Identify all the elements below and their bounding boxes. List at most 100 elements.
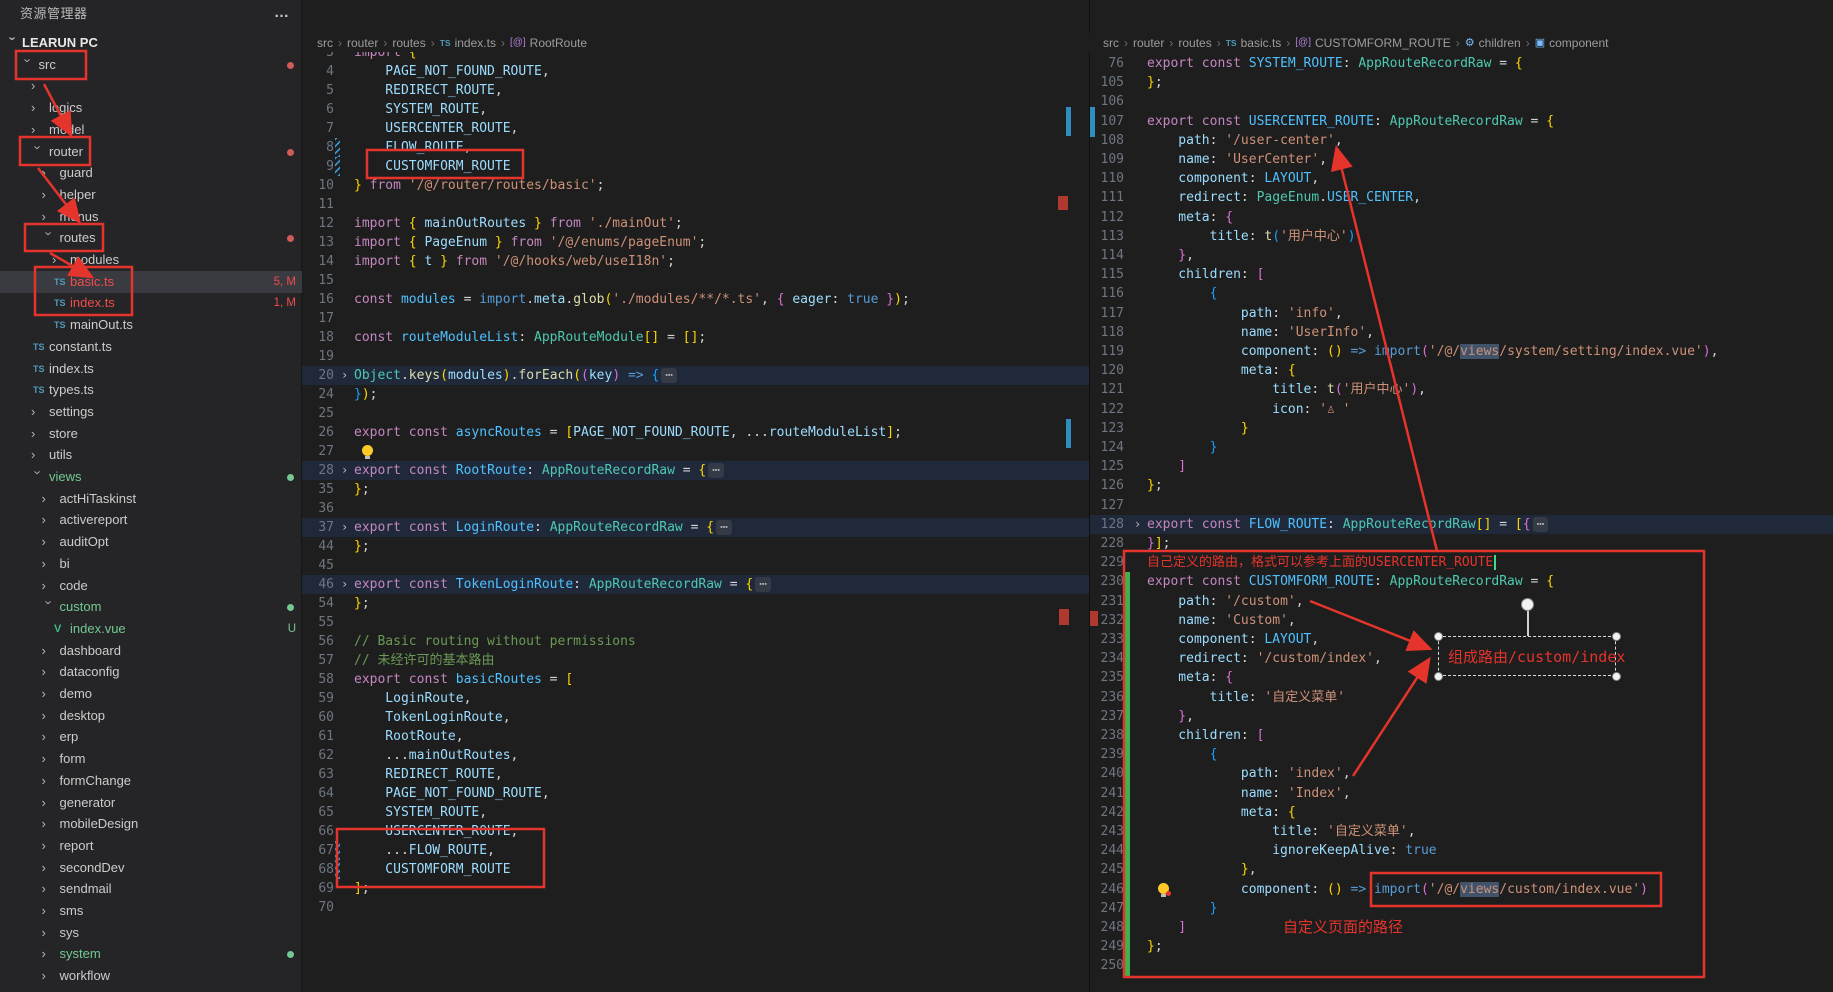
code-line-54[interactable]: 54}; [302,594,1089,613]
code-line-55[interactable]: 55 [302,613,1089,632]
code-line-243[interactable]: 243 title: '自定义菜单', [1090,822,1833,841]
tree-item-secondDev[interactable]: ›secondDev [0,857,302,879]
tree-item-erp[interactable]: ›erp [0,726,302,748]
tree-item-utils[interactable]: ›utils [0,444,302,466]
code-line-110[interactable]: 110 component: LAYOUT, [1090,169,1833,188]
code-line-27[interactable]: 27 [302,442,1089,461]
fold-chevron-icon[interactable]: › [341,518,354,537]
code-line-4[interactable]: 4 PAGE_NOT_FOUND_ROUTE, [302,62,1089,81]
code-line-250[interactable]: 250 [1090,956,1833,975]
code-line-245[interactable]: 245 }, [1090,860,1833,879]
code-line-238[interactable]: 238 children: [ [1090,726,1833,745]
code-line-12[interactable]: 12import { mainOutRoutes } from './mainO… [302,214,1089,233]
code-line-125[interactable]: 125 ] [1090,457,1833,476]
code-line-5[interactable]: 5 REDIRECT_ROUTE, [302,81,1089,100]
code-line-241[interactable]: 241 name: 'Index', [1090,784,1833,803]
tree-item-router[interactable]: ›router [0,141,302,163]
code-line-9[interactable]: 9 CUSTOMFORM_ROUTE [302,157,1089,176]
code-line-127[interactable]: 127 [1090,496,1833,515]
code-line-114[interactable]: 114 }, [1090,246,1833,265]
tree-item-hidden[interactable]: › [0,75,302,97]
code-line-120[interactable]: 120 meta: { [1090,361,1833,380]
code-line-7[interactable]: 7 USERCENTER_ROUTE, [302,119,1089,138]
code-line-68[interactable]: 68 CUSTOMFORM_ROUTE [302,860,1089,879]
tree-item-views[interactable]: ›views [0,466,302,488]
code-line-239[interactable]: 239 { [1090,745,1833,764]
code-line-232[interactable]: 232 name: 'Custom', [1090,611,1833,630]
code-line-117[interactable]: 117 path: 'info', [1090,304,1833,323]
tree-item-constant.ts[interactable]: TSconstant.ts [0,336,302,358]
lightbulb-icon[interactable] [362,445,373,456]
breadcrumb-item[interactable]: basic.ts [1241,36,1282,50]
tree-item-modules[interactable]: ›modules [0,249,302,271]
tree-item-auditOpt[interactable]: ›auditOpt [0,531,302,553]
tree-item-helper[interactable]: ›helper [0,184,302,206]
fold-chevron-icon[interactable]: › [341,461,354,480]
code-line-70[interactable]: 70 [302,898,1089,917]
code-line-242[interactable]: 242 meta: { [1090,803,1833,822]
tree-item-index.ts[interactable]: TSindex.ts1, M [0,292,302,314]
code-line-244[interactable]: 244 ignoreKeepAlive: true [1090,841,1833,860]
tree-item-settings[interactable]: ›settings [0,401,302,423]
code-line-8[interactable]: 8 FLOW_ROUTE, [302,138,1089,157]
tree-item-workflow[interactable]: ›workflow [0,965,302,987]
code-line-63[interactable]: 63 REDIRECT_ROUTE, [302,765,1089,784]
code-line-65[interactable]: 65 SYSTEM_ROUTE, [302,803,1089,822]
breadcrumb-item[interactable]: router [1133,36,1164,50]
code-line-24[interactable]: 24}); [302,385,1089,404]
tree-item-mobileDesign[interactable]: ›mobileDesign [0,813,302,835]
code-line-118[interactable]: 118 name: 'UserInfo', [1090,323,1833,342]
tree-item-bi[interactable]: ›bi [0,553,302,575]
tree-item-menus[interactable]: ›menus [0,206,302,228]
code-line-64[interactable]: 64 PAGE_NOT_FOUND_ROUTE, [302,784,1089,803]
breadcrumb-item[interactable]: CUSTOMFORM_ROUTE [1315,36,1451,50]
code-line-6[interactable]: 6 SYSTEM_ROUTE, [302,100,1089,119]
code-line-11[interactable]: 11 [302,195,1089,214]
tree-item-sendmail[interactable]: ›sendmail [0,878,302,900]
code-line-105[interactable]: 105}; [1090,73,1833,92]
tree-item-report[interactable]: ›report [0,835,302,857]
code-line-124[interactable]: 124 } [1090,438,1833,457]
code-line-116[interactable]: 116 { [1090,284,1833,303]
code-line-18[interactable]: 18const routeModuleList: AppRouteModule[… [302,328,1089,347]
code-line-106[interactable]: 106 [1090,92,1833,111]
tree-item-sms[interactable]: ›sms [0,900,302,922]
tree-item-code[interactable]: ›code [0,575,302,597]
tree-item-basic.ts[interactable]: TSbasic.ts5, M [0,271,302,293]
code-line-60[interactable]: 60 TokenLoginRoute, [302,708,1089,727]
code-line-249[interactable]: 249}; [1090,937,1833,956]
resize-handle[interactable] [1434,672,1443,681]
code-line-76[interactable]: 76export const SYSTEM_ROUTE: AppRouteRec… [1090,54,1833,73]
code-line-15[interactable]: 15 [302,271,1089,290]
code-line-122[interactable]: 122 icon: '♙ ' [1090,400,1833,419]
code-line-237[interactable]: 237 }, [1090,707,1833,726]
editor-basic-ts[interactable]: 76export const SYSTEM_ROUTE: AppRouteRec… [1090,0,1833,992]
workspace-root[interactable]: › LEARUN PC [0,32,302,54]
tree-item-types.ts[interactable]: TStypes.ts [0,379,302,401]
code-line-119[interactable]: 119 component: () => import('/@/views/sy… [1090,342,1833,361]
code-line-246[interactable]: 246 component: () => import('/@/views/cu… [1090,880,1833,899]
tree-item-src[interactable]: ›src [0,54,302,76]
explorer-more-icon[interactable]: … [274,0,289,26]
code-line-10[interactable]: 10} from '/@/router/routes/basic'; [302,176,1089,195]
code-line-45[interactable]: 45 [302,556,1089,575]
code-line-109[interactable]: 109 name: 'UserCenter', [1090,150,1833,169]
code-line-112[interactable]: 112 meta: { [1090,208,1833,227]
code-line-57[interactable]: 57// 未经许可的基本路由 [302,651,1089,670]
code-line-229[interactable]: 229自己定义的路由，格式可以参考上面的USERCENTER_ROUTE [1090,553,1833,572]
tree-item-desktop[interactable]: ›desktop [0,705,302,727]
code-line-35[interactable]: 35}; [302,480,1089,499]
code-line-108[interactable]: 108 path: '/user-center', [1090,131,1833,150]
code-line-128[interactable]: 128›export const FLOW_ROUTE: AppRouteRec… [1090,515,1833,534]
rotation-handle[interactable] [1521,598,1534,611]
code-line-25[interactable]: 25 [302,404,1089,423]
breadcrumb-item[interactable]: index.ts [455,36,496,50]
code-line-17[interactable]: 17 [302,309,1089,328]
code-line-16[interactable]: 16const modules = import.meta.glob('./mo… [302,290,1089,309]
tree-item-mainOut.ts[interactable]: TSmainOut.ts [0,314,302,336]
code-line-121[interactable]: 121 title: t('用户中心'), [1090,380,1833,399]
tree-item-logics[interactable]: ›logics [0,97,302,119]
annotation-textbox[interactable]: 组成路由/custom/index [1438,636,1616,676]
code-line-231[interactable]: 231 path: '/custom', [1090,592,1833,611]
code-line-236[interactable]: 236 title: '自定义菜单' [1090,688,1833,707]
